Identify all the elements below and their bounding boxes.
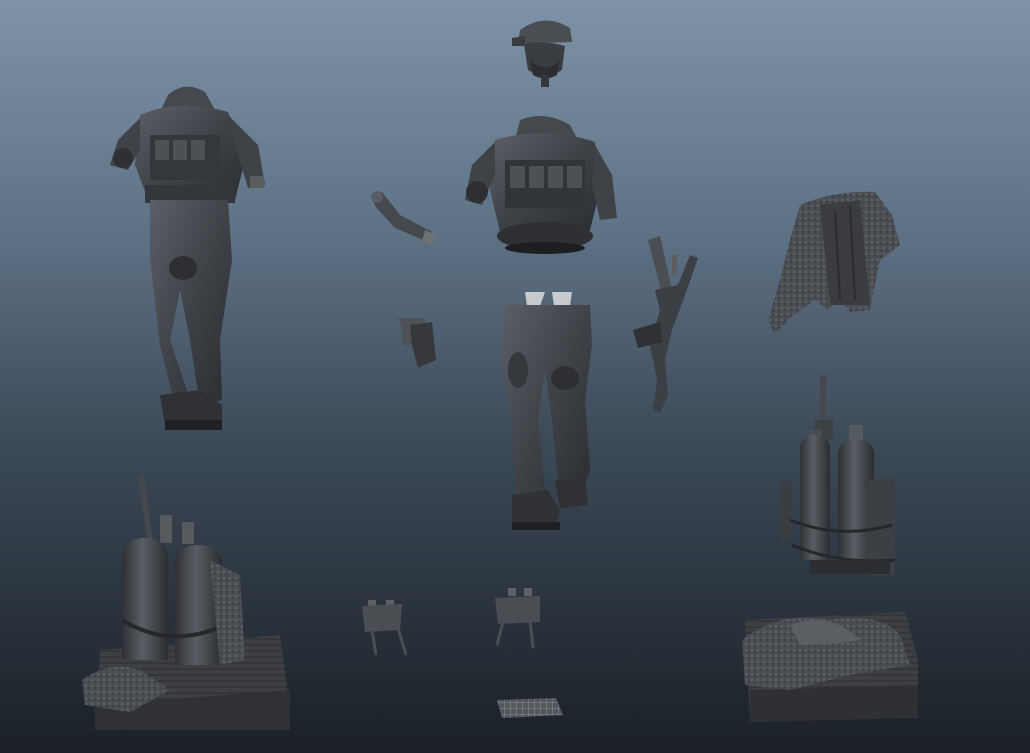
soldier-full-body-icon[interactable] [110, 86, 265, 430]
legs-icon[interactable] [500, 292, 592, 530]
grid-plate-icon[interactable] [497, 698, 563, 718]
claymore-mine-icon[interactable] [495, 588, 540, 649]
crate-cloth-icon[interactable] [742, 612, 918, 722]
cloak-icon[interactable] [768, 191, 900, 335]
rifle-icon[interactable] [633, 236, 698, 413]
pistol-icon[interactable] [398, 318, 436, 368]
torso-icon[interactable] [465, 116, 617, 254]
claymore-mine-icon[interactable] [362, 600, 408, 656]
scene-canvas[interactable] [0, 0, 1030, 753]
arm-icon[interactable] [371, 191, 436, 245]
3d-viewport[interactable] [0, 0, 1030, 753]
head-icon[interactable] [512, 20, 572, 87]
air-tanks-icon[interactable] [780, 375, 896, 575]
crate-with-tanks-icon[interactable] [82, 474, 290, 730]
